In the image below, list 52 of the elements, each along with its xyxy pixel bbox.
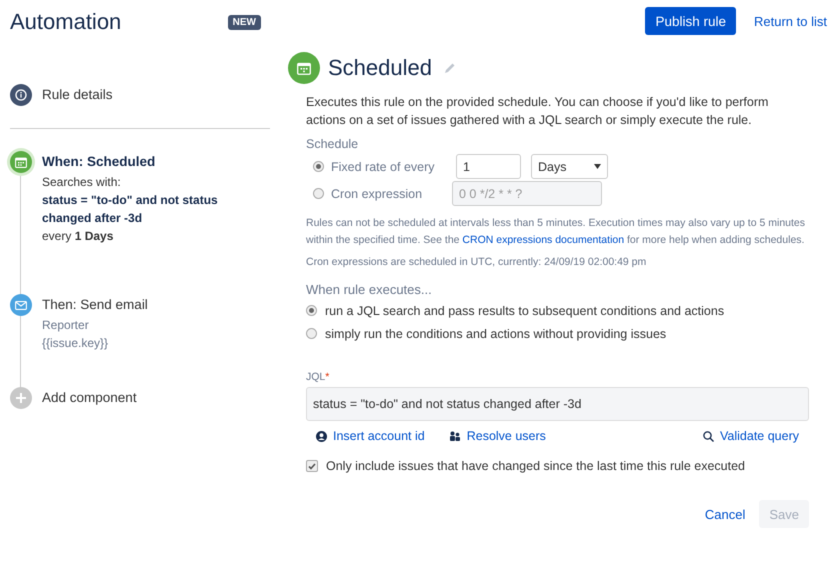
note-text: Rules can not be scheduled at intervals less than 5 minutes. Execution times may also vary up to 5 minutes within the specified time. See the CRON expressions documentation for more help when adding schedules. — [306, 216, 806, 248]
radio-label: Fixed rate of every — [331, 160, 436, 174]
step-title[interactable]: When: Scheduled — [42, 151, 270, 173]
checkbox[interactable] — [306, 460, 318, 472]
checkbox-label: Only include issues that have changed since the last time this rule executed — [326, 459, 745, 473]
cancel-link[interactable]: Cancel — [704, 506, 746, 522]
info-icon — [15, 89, 27, 101]
search-icon — [703, 430, 714, 442]
required-mark: * — [325, 371, 330, 383]
plus-icon — [16, 393, 26, 403]
radio-button[interactable] — [306, 328, 317, 339]
schedule-label: Schedule — [306, 136, 360, 153]
step-marker[interactable] — [10, 294, 32, 316]
step-title[interactable]: Add component — [42, 387, 137, 409]
documentation-link[interactable]: CRON expressions documentation — [462, 234, 624, 246]
resolve-link[interactable]: Resolve users — [448, 429, 546, 443]
calendar-icon — [15, 156, 27, 168]
return-link[interactable]: Return to list — [754, 14, 827, 28]
calendar-icon — [288, 52, 320, 84]
pencil-icon[interactable] — [444, 62, 456, 74]
jql-label: JQL — [306, 371, 326, 383]
users-icon — [448, 431, 461, 441]
step-detail: Reporter — [42, 317, 90, 334]
editor-title: Scheduled — [328, 55, 432, 81]
envelope-icon — [15, 300, 27, 310]
new-badge: NEW — [228, 14, 261, 30]
radio-label: simply run the conditions and actions without providing issues — [325, 326, 666, 340]
publish-button[interactable]: Publish rule — [645, 7, 736, 35]
step-detail: status = "to-do" and not status changed after -3d — [42, 192, 219, 227]
radio-label: Cron expression — [331, 186, 424, 200]
caret-icon — [594, 164, 601, 169]
radio-button[interactable] — [313, 161, 324, 172]
execute-label: When rule executes... — [306, 281, 433, 299]
user-icon — [316, 430, 327, 442]
number-field[interactable]: 1 — [456, 154, 521, 179]
utc-note: Cron expressions are scheduled in UTC, currently: 24/09/19 02:00:49 pm — [306, 255, 648, 270]
step-marker[interactable] — [10, 387, 32, 409]
step-title[interactable]: Then: Send email — [42, 294, 148, 316]
radio-label: run a JQL search and pass results to subsequent conditions and actions — [325, 304, 724, 318]
validate-link[interactable]: Validate query — [703, 429, 799, 443]
description-text: Executes this rule on the provided schedule. You can choose if you'd like to perform actions on a set of issues gathered with a JQL search or simply execute the rule. — [306, 94, 770, 129]
unit-dropdown[interactable]: Days — [531, 154, 608, 179]
step-marker[interactable] — [10, 84, 32, 106]
step-detail: {{issue.key}} — [42, 335, 110, 352]
step-detail: every 1 Days — [42, 228, 114, 245]
radio-button[interactable] — [306, 305, 317, 316]
page-title: Automation — [10, 9, 122, 35]
insert-link[interactable]: Insert account id — [316, 429, 425, 443]
step-detail: Searches with: — [42, 174, 122, 191]
jql-field[interactable]: status = "to-do" and not status changed after -3d — [306, 387, 809, 421]
step-marker[interactable] — [10, 151, 32, 173]
step-title[interactable]: Rule details — [42, 84, 113, 106]
